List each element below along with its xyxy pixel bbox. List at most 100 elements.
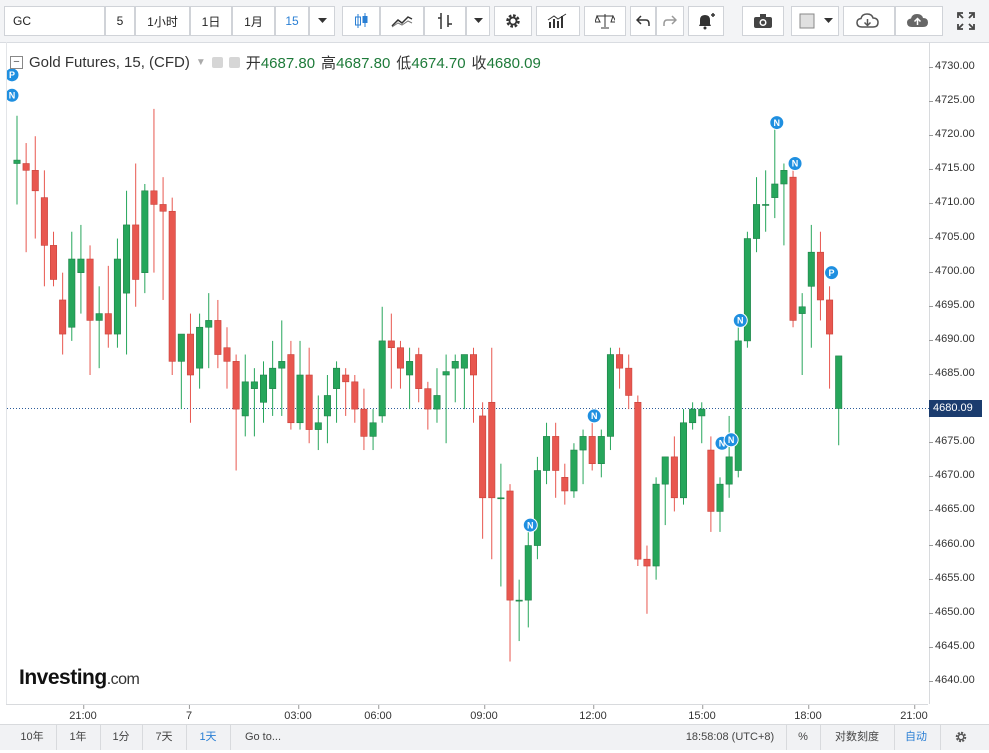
price-tick-label: 4685.00 bbox=[929, 367, 975, 379]
candle bbox=[579, 429, 587, 485]
candlestick-chart[interactable]: PNNNNN NNNP bbox=[7, 42, 929, 704]
price-tick-label: 4725.00 bbox=[929, 94, 975, 107]
candle bbox=[561, 463, 569, 505]
candle-body bbox=[214, 320, 222, 355]
candle bbox=[314, 395, 322, 451]
candle-body bbox=[616, 354, 624, 369]
candle bbox=[597, 429, 605, 478]
interval-5-button[interactable]: 5 bbox=[105, 6, 135, 36]
studies-button[interactable] bbox=[536, 6, 580, 36]
candle bbox=[31, 136, 39, 239]
event-marker-p: P bbox=[824, 265, 840, 281]
candle bbox=[679, 409, 687, 505]
legend-title[interactable]: Gold Futures, 15, (CFD) bbox=[29, 54, 190, 71]
chevron-down-icon bbox=[824, 18, 833, 23]
price-scale[interactable]: 4730.00 4725.00 4720.00 4715.00 4710.00 4705.… bbox=[929, 42, 989, 704]
candle-body bbox=[31, 170, 39, 192]
candles-style-button[interactable] bbox=[342, 6, 380, 36]
chart-toolbar: GC 5 1小时 1日 1月 15 bbox=[0, 0, 989, 43]
goto-button[interactable]: Go to... bbox=[230, 725, 295, 750]
color-picker-button[interactable] bbox=[791, 6, 839, 36]
range-1min-button[interactable]: 1分 bbox=[100, 725, 141, 750]
chart-type-dropdown[interactable] bbox=[466, 6, 490, 36]
candle bbox=[214, 299, 222, 369]
candle bbox=[515, 579, 523, 642]
event-marker-n: N bbox=[723, 432, 739, 448]
time-axis[interactable]: 21:00 7 03:00 06:00 09:00 12:00 15:00 18:00 21:0… bbox=[6, 704, 928, 725]
event-marker-n: N bbox=[7, 87, 20, 103]
fullscreen-icon bbox=[957, 12, 975, 30]
candle bbox=[689, 402, 697, 430]
candle bbox=[360, 388, 368, 451]
redo-button[interactable] bbox=[656, 6, 684, 36]
candle-body bbox=[396, 347, 404, 369]
candle bbox=[469, 347, 477, 423]
symbol-input[interactable]: GC bbox=[4, 6, 105, 36]
candle-body bbox=[707, 449, 715, 512]
range-1d-button[interactable]: 1天 bbox=[186, 725, 229, 750]
compare-scale-button[interactable] bbox=[584, 6, 626, 36]
interval-1d-button[interactable]: 1日 bbox=[190, 6, 232, 36]
svg-text:N: N bbox=[591, 411, 598, 421]
candle-body bbox=[725, 456, 733, 485]
load-chart-button[interactable] bbox=[843, 6, 895, 36]
candle bbox=[241, 354, 249, 437]
settings-button[interactable] bbox=[494, 6, 532, 36]
investing-logo: Investing.com bbox=[19, 666, 140, 689]
interval-1m-button[interactable]: 1月 bbox=[232, 6, 275, 36]
save-chart-button[interactable] bbox=[895, 6, 943, 36]
compare-button[interactable] bbox=[424, 6, 466, 36]
candle-body bbox=[497, 497, 505, 500]
price-tick-label: 4665.00 bbox=[929, 503, 975, 516]
price-tick-label: 4710.00 bbox=[929, 196, 975, 209]
candle bbox=[661, 456, 669, 526]
candle-body bbox=[670, 456, 678, 499]
snapshot-button[interactable] bbox=[742, 6, 784, 36]
interval-1h-button[interactable]: 1小时 bbox=[135, 6, 190, 36]
svg-text:N: N bbox=[737, 316, 744, 326]
candle-body bbox=[826, 299, 834, 335]
candle bbox=[670, 436, 678, 512]
scale-icon bbox=[595, 14, 615, 29]
candle bbox=[807, 224, 815, 348]
fullscreen-button[interactable] bbox=[948, 6, 984, 36]
candle-body bbox=[780, 170, 788, 185]
candle bbox=[743, 231, 751, 348]
candle-body bbox=[406, 361, 414, 376]
range-7d-button[interactable]: 7天 bbox=[142, 725, 185, 750]
legend-settings-icon[interactable] bbox=[228, 56, 240, 68]
undo-button[interactable] bbox=[630, 6, 656, 36]
square-color-icon bbox=[799, 13, 815, 29]
candle-body bbox=[378, 340, 386, 417]
time-tick-label: 03:00 bbox=[284, 705, 312, 722]
candle bbox=[86, 245, 94, 375]
candle-body bbox=[734, 340, 742, 471]
candle bbox=[652, 477, 660, 580]
candle bbox=[835, 355, 843, 446]
range-10y-button[interactable]: 10年 bbox=[10, 725, 54, 750]
legend-collapse-button[interactable]: − bbox=[10, 55, 23, 69]
interval-selected-button[interactable]: 15 bbox=[275, 6, 309, 36]
price-tick-label: 4715.00 bbox=[929, 162, 975, 175]
log-scale-toggle[interactable]: 对数刻度 bbox=[820, 725, 893, 750]
candle-body bbox=[132, 224, 140, 280]
candle bbox=[753, 177, 761, 253]
candle bbox=[278, 320, 286, 416]
candle-body bbox=[369, 422, 377, 437]
percent-toggle[interactable]: % bbox=[786, 725, 819, 750]
candle-body bbox=[643, 558, 651, 567]
candle-body bbox=[524, 545, 532, 601]
close-label: 收 bbox=[471, 54, 487, 72]
indicators-button[interactable] bbox=[380, 6, 424, 36]
alert-button[interactable] bbox=[688, 6, 724, 36]
camera-icon bbox=[754, 14, 772, 28]
axis-settings-button[interactable] bbox=[940, 725, 981, 750]
range-1y-button[interactable]: 1年 bbox=[56, 725, 99, 750]
legend-visibility-icon[interactable] bbox=[211, 56, 223, 68]
interval-dropdown-button[interactable] bbox=[309, 6, 335, 36]
auto-scale-toggle[interactable]: 自动 bbox=[894, 725, 937, 750]
chart-area[interactable]: PNNNNNNNNP bbox=[6, 42, 930, 704]
last-price-label: 4680.09 bbox=[929, 400, 982, 418]
candle-body bbox=[360, 408, 368, 437]
legend-dropdown-icon[interactable]: ▼ bbox=[196, 57, 206, 68]
